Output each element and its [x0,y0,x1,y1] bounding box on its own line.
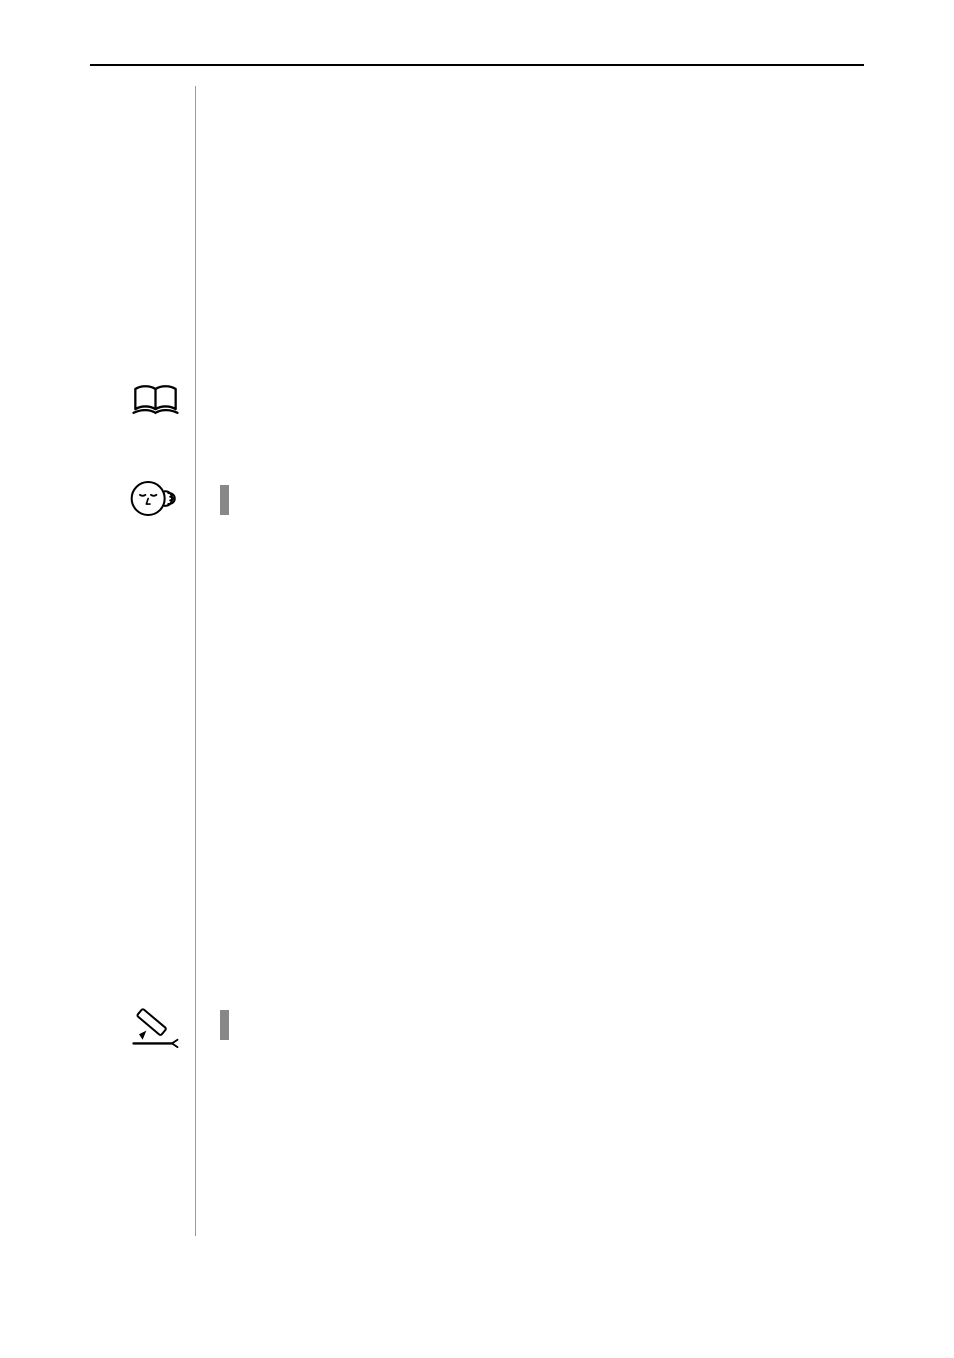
section-marker-2 [220,1010,229,1040]
pencil-icon [128,1003,183,1058]
section-marker-1 [220,485,229,515]
page [0,0,954,1358]
vertical-divider [195,86,196,1236]
top-horizontal-rule [90,64,864,66]
face-listen-icon [128,478,183,533]
book-icon [128,380,183,435]
